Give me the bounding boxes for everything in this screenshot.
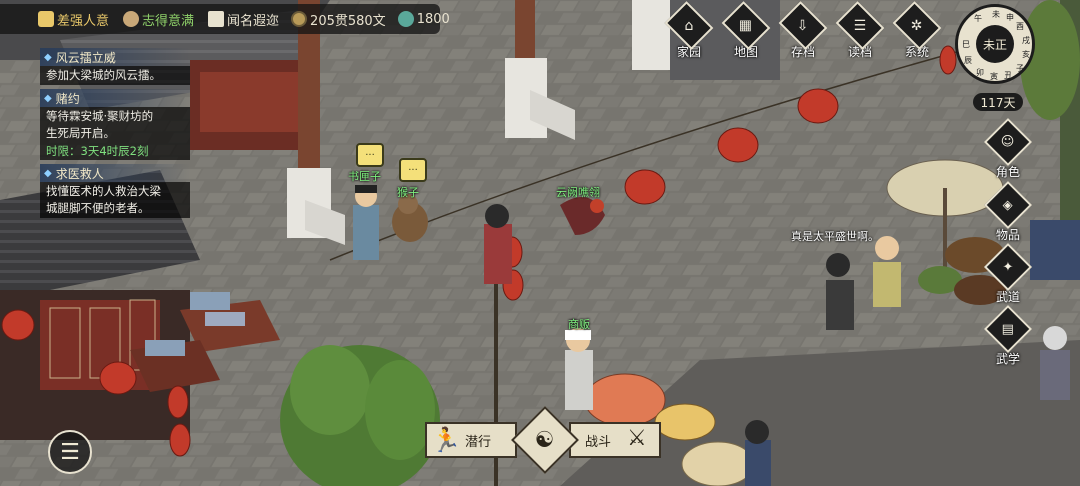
clock-ring-char: 巳 [962, 40, 970, 49]
quest-title: 赌约 [55, 91, 80, 106]
clock-ring-char: 丑 [1004, 71, 1012, 80]
gear-icon: ✲ [911, 17, 923, 34]
clock-ring-char: 亥 [1022, 50, 1030, 59]
scroll-icon [208, 11, 225, 27]
quest-desc-line: 找懂医术的人救治大梁 [46, 184, 161, 198]
clock-ring-char: 申 [1006, 13, 1014, 22]
home-button[interactable]: ⌂ 家园 [662, 1, 716, 60]
fame-stat[interactable]: 闻名遐迩 [208, 10, 279, 29]
jade-icon [397, 11, 414, 27]
hamburger-icon: ☰ [60, 439, 80, 465]
money-text: 205贯580文 [310, 13, 386, 29]
current-time: 未正 [976, 25, 1014, 63]
system-button[interactable]: ✲ 系统 [890, 1, 944, 60]
jade-text: 1800 [416, 11, 450, 27]
fight-button[interactable]: 战斗 ⚔ [569, 422, 661, 458]
quest-log: ◆ 风云擂立威 参加大梁城的风云擂。 ◆ 赌约 等待霖安城·聚财坊的 生死局开启。 时… [40, 48, 190, 222]
book-icon: ▤ [1001, 321, 1015, 337]
martial-arts-button[interactable]: ▤ 武学 [982, 304, 1034, 367]
fight-label: 战斗 [585, 434, 612, 450]
meditate-icon: ☯ [535, 427, 555, 453]
quest-desc-line: 生死局开启。 [46, 126, 115, 140]
main-menu-button[interactable]: ☰ [48, 430, 92, 474]
day-counter: 117天 [973, 93, 1023, 111]
spirit-stat[interactable]: 志得意满 [123, 10, 194, 29]
action-bar: 🏃 潜行 战斗 ⚔ ☯ [425, 406, 661, 474]
sneak-button[interactable]: 🏃 潜行 [425, 422, 517, 458]
quest-title: 求医救人 [55, 166, 104, 181]
status-bar: 差强人意 志得意满 闻名遐迩 205贯580文 1800 [0, 4, 450, 34]
diamond-icon: ◆ [44, 92, 52, 104]
quest-time-limit: 时限：3天4时辰2刻 [40, 143, 190, 160]
martial-path-button[interactable]: ✦ 武道 [982, 242, 1034, 305]
fame-text: 闻名遐迩 [227, 13, 280, 29]
money-stat[interactable]: 205贯580文 [291, 10, 386, 29]
load-button[interactable]: ☰ 读档 [833, 1, 887, 60]
home-icon: ⌂ [684, 17, 694, 34]
npc-name-tag[interactable]: 商贩 [568, 316, 590, 332]
npc-name-tag[interactable]: 猴子 [397, 184, 419, 200]
bag-icon: ◈ [1003, 197, 1013, 213]
clock-ring-char: 戌 [1022, 36, 1030, 45]
npc-speech: 真是太平盛世啊。 [791, 230, 879, 243]
quest-desc: 参加大梁城的风云擂。 [40, 66, 190, 85]
npc-dialog-bubble[interactable]: ... [356, 143, 384, 167]
jade-stat[interactable]: 1800 [397, 11, 450, 27]
quest-desc: 找懂医术的人救治大梁 城腿脚不便的老者。 [40, 182, 190, 218]
muscle-icon [38, 11, 54, 27]
quest-title: 风云擂立威 [55, 50, 116, 65]
spirit-text: 志得意满 [142, 13, 195, 29]
quest-desc: 等待霖安城·聚财坊的 生死局开启。 [40, 107, 190, 143]
sneak-icon: 🏃 [431, 426, 461, 454]
mood-stat[interactable]: 差强人意 [38, 10, 109, 29]
quest-item[interactable]: ◆ 赌约 等待霖安城·聚财坊的 生死局开启。 时限：3天4时辰2刻 [40, 89, 190, 160]
character-button[interactable]: ☺ 角色 [982, 117, 1034, 180]
sword-icon: ⚔ [627, 426, 647, 451]
martial-icon: ✦ [1002, 259, 1014, 275]
coin-icon [291, 11, 308, 27]
clock-ring-char: 辰 [964, 56, 972, 65]
npc-name-tag[interactable]: 书匣子 [348, 168, 381, 184]
save-button[interactable]: ⇩ 存档 [776, 1, 830, 60]
quest-desc-line: 城腿脚不便的老者。 [46, 201, 150, 215]
load-icon: ☰ [853, 17, 867, 34]
quest-item[interactable]: ◆ 求医救人 找懂医术的人救治大梁 城腿脚不便的老者。 [40, 164, 190, 218]
meditate-button[interactable]: ☯ [511, 406, 579, 474]
diamond-icon: ◆ [44, 167, 52, 179]
time-clock[interactable]: 未 申 酉 戌 亥 子 丑 寅 卯 辰 巳 午 未正 [955, 4, 1035, 84]
map-button[interactable]: ▦ 地图 [719, 1, 773, 60]
clock-ring-char: 未 [992, 10, 1000, 19]
character-icon: ☺ [1001, 134, 1015, 150]
save-icon: ⇩ [797, 17, 809, 34]
npc-name-tag[interactable]: 云阙噍翎 [556, 184, 600, 200]
npc-dialog-bubble[interactable]: ... [399, 158, 427, 182]
quest-desc-line: 等待霖安城·聚财坊的 [46, 109, 154, 123]
clock-ring-char: 寅 [990, 72, 998, 81]
clock-ring-char: 酉 [1016, 22, 1024, 31]
map-icon: ▦ [739, 17, 753, 34]
sneak-label: 潜行 [465, 434, 492, 450]
face-icon [123, 11, 140, 27]
clock-ring-char: 午 [974, 14, 982, 23]
mood-text: 差强人意 [57, 13, 110, 29]
items-button[interactable]: ◈ 物品 [982, 180, 1034, 243]
clock-ring-char: 卯 [976, 68, 984, 77]
clock-ring-char: 子 [1016, 64, 1024, 73]
diamond-icon: ◆ [44, 51, 52, 63]
quest-item[interactable]: ◆ 风云擂立威 参加大梁城的风云擂。 [40, 48, 190, 85]
